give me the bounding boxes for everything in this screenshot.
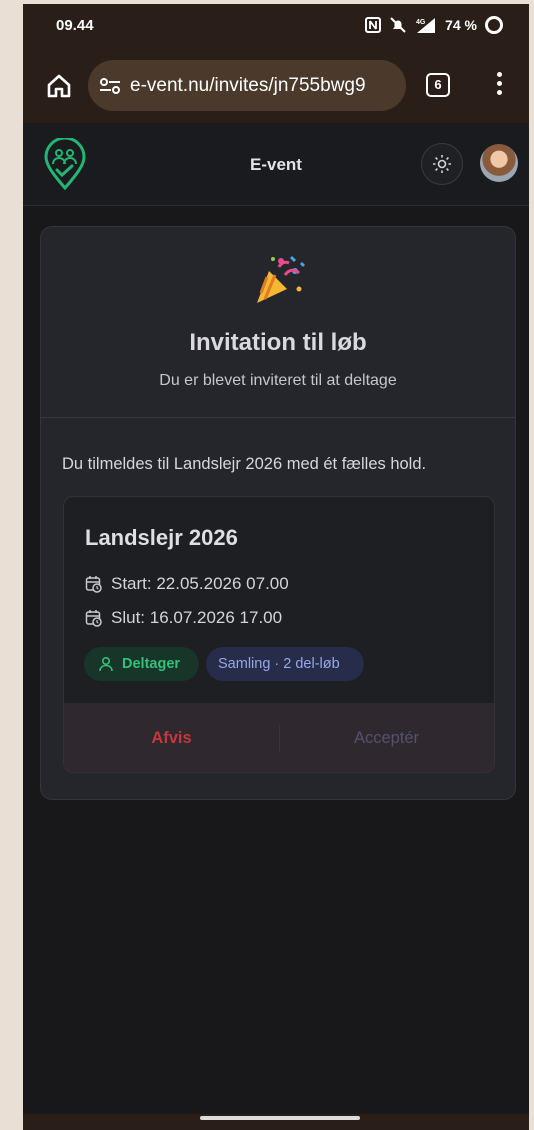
site-settings-icon[interactable] xyxy=(98,76,122,96)
accept-button[interactable]: Acceptér xyxy=(279,703,494,772)
nfc-icon xyxy=(365,17,382,33)
invitation-actions: Afvis Acceptér xyxy=(64,703,494,772)
invitation-subtitle: Du er blevet inviteret til at deltage xyxy=(159,372,397,389)
party-popper-icon xyxy=(257,255,306,303)
home-icon[interactable] xyxy=(45,72,73,100)
theme-toggle-button[interactable] xyxy=(421,143,463,185)
bell-off-icon xyxy=(390,17,406,33)
app-header: E-vent xyxy=(23,123,529,206)
url-text[interactable]: e-vent.nu/invites/jn755bwg9 xyxy=(130,75,366,97)
collection-badge: Samling · 2 del-løb xyxy=(206,647,364,681)
reject-button[interactable]: Afvis xyxy=(64,703,279,772)
event-end: Slut: 16.07.2026 17.00 xyxy=(111,608,283,627)
divider xyxy=(41,417,515,418)
tab-switcher-button[interactable]: 6 xyxy=(426,73,450,97)
status-bar: 09.44 4G 74 % xyxy=(23,4,529,48)
invitation-title: Invitation til løb xyxy=(189,329,367,356)
phone-screen: 09.44 4G 74 % e-vent.nu/invites/jn755bwg… xyxy=(23,4,529,1130)
status-icons: 4G 74 % xyxy=(365,16,503,34)
invitation-card: Invitation til løb Du er blevet invitere… xyxy=(40,226,516,800)
event-name: Landslejr 2026 xyxy=(85,525,238,550)
system-nav-bar xyxy=(23,1114,529,1130)
avatar[interactable] xyxy=(480,144,518,182)
battery-ring-icon xyxy=(485,16,503,34)
invitation-info: Du tilmeldes til Landslejr 2026 med ét f… xyxy=(62,455,427,473)
role-label: Deltager xyxy=(122,656,181,672)
event-card: Landslejr 2026 Start: 22.05.2026 07.00 S… xyxy=(63,496,495,773)
event-end-row: Slut: 16.07.2026 17.00 xyxy=(85,608,282,628)
signal-label: 4G xyxy=(416,19,426,26)
calendar-clock-icon xyxy=(85,576,102,593)
event-start: Start: 22.05.2026 07.00 xyxy=(111,574,289,593)
role-badge: Deltager xyxy=(84,647,199,681)
event-start-row: Start: 22.05.2026 07.00 xyxy=(85,574,289,594)
sun-icon xyxy=(433,155,451,173)
calendar-clock-icon xyxy=(85,610,102,627)
home-gesture-handle[interactable] xyxy=(200,1116,360,1120)
battery-percent: 74 % xyxy=(445,17,477,33)
address-bar[interactable]: e-vent.nu/invites/jn755bwg9 xyxy=(88,60,406,111)
signal-icon: 4G xyxy=(416,18,436,33)
browser-menu-icon[interactable] xyxy=(495,72,503,100)
browser-toolbar: e-vent.nu/invites/jn755bwg9 6 xyxy=(23,48,529,123)
status-time: 09.44 xyxy=(56,17,94,34)
user-icon xyxy=(99,656,113,672)
